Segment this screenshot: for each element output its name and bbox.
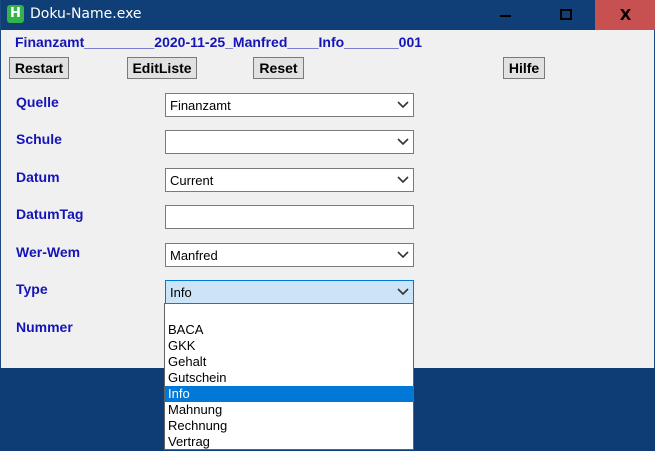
dropdown-option-vertrag[interactable]: Vertrag [165,434,413,450]
dropdown-option-rechnung[interactable]: Rechnung [165,418,413,434]
dropdown-option-info[interactable]: Info [165,386,413,402]
chevron-down-icon [397,176,409,184]
chevron-down-icon [397,101,409,109]
dropdown-option-gutschein[interactable]: Gutschein [165,370,413,386]
datumtag-input[interactable] [165,205,414,229]
chevron-down-icon [397,138,409,146]
schule-select[interactable] [165,130,414,154]
dropdown-option-empty[interactable] [165,306,413,322]
app-icon: H [7,5,24,23]
close-button[interactable]: X [595,0,655,30]
maximize-button[interactable] [536,0,595,30]
restore-icon [560,9,572,20]
title-bar[interactable]: H Doku-Name.exe X [1,0,655,30]
dropdown-option-mahnung[interactable]: Mahnung [165,402,413,418]
werwem-value: Manfred [170,248,218,263]
restart-button[interactable]: Restart [9,57,69,79]
close-icon: X [619,6,632,24]
dropdown-option-gehalt[interactable]: Gehalt [165,354,413,370]
datumtag-label: DatumTag [16,206,84,222]
dropdown-option-gkk[interactable]: GKK [165,338,413,354]
chevron-down-icon [397,251,409,259]
type-label: Type [16,281,48,297]
quelle-label: Quelle [16,94,59,110]
window-title: Doku-Name.exe [30,6,142,22]
nummer-label: Nummer [16,319,73,335]
schule-label: Schule [16,131,62,147]
type-value: Info [170,285,192,300]
minimize-button[interactable] [476,0,535,30]
quelle-select[interactable]: Finanzamt [165,93,414,117]
datum-value: Current [170,173,214,188]
generated-filename: Finanzamt_________2020-11-25_Manfred____… [15,34,423,50]
hilfe-button[interactable]: Hilfe [503,57,545,79]
minimize-icon [500,15,511,17]
type-dropdown-list[interactable]: BACA GKK Gehalt Gutschein Info Mahnung R… [164,303,414,450]
chevron-down-icon [397,288,409,296]
quelle-value: Finanzamt [170,98,231,113]
datum-select[interactable]: Current [165,168,414,192]
dropdown-option-baca[interactable]: BACA [165,322,413,338]
datum-label: Datum [16,169,60,185]
werwem-label: Wer-Wem [16,244,81,260]
reset-button[interactable]: Reset [253,57,304,79]
type-select[interactable]: Info [165,280,414,304]
werwem-select[interactable]: Manfred [165,243,414,267]
editliste-button[interactable]: EditListe [127,57,197,79]
